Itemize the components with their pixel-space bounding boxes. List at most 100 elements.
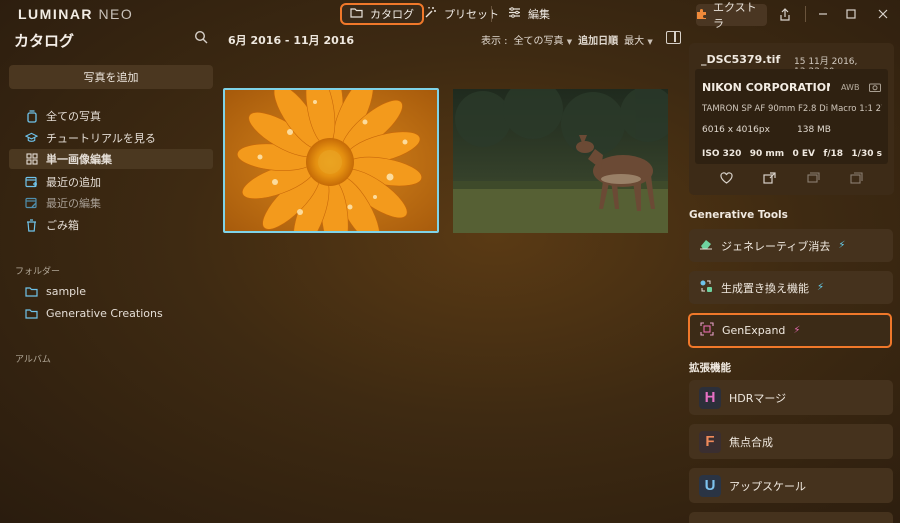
sort-dropdown[interactable]: 追加日順 (578, 32, 618, 47)
panel-toggle-icon[interactable] (666, 31, 681, 44)
upscale-label: アップスケール (729, 479, 806, 493)
sidebar-item-single-image-edit[interactable]: 単一画像編集 (9, 149, 213, 169)
exposure-value: 0 EV (792, 149, 815, 159)
aperture-value: f/18 (823, 149, 844, 159)
folder-item-sample[interactable]: sample (9, 281, 213, 301)
chevron-down-icon: ▼ (647, 38, 653, 46)
add-photos-button[interactable]: 写真を追加 (9, 65, 213, 89)
iso-value: ISO 320 (702, 149, 742, 159)
replace-icon (699, 279, 713, 296)
puzzle-icon (696, 8, 708, 23)
minimize-icon[interactable] (814, 5, 832, 23)
trash-icon (25, 218, 38, 232)
sidebar-title: カタログ (14, 32, 75, 50)
albums-section-label: アルバム (15, 355, 51, 365)
upscale-button[interactable]: U アップスケール (689, 468, 893, 503)
folder-icon (25, 307, 38, 320)
sidebar-item-all-photos[interactable]: 全ての写真 (9, 106, 213, 126)
thumb-size-dropdown[interactable]: 最大 ▼ (624, 32, 653, 47)
folder-icon (350, 7, 363, 21)
sidebar-item-label: 全ての写真 (46, 110, 101, 123)
folder-icon (25, 285, 38, 298)
generative-erase-label: ジェネレーティブ消去 (721, 239, 831, 253)
duplicate-icon[interactable] (806, 171, 820, 185)
sidebar-item-recent-edited[interactable]: 最近の編集 (9, 193, 213, 213)
tab-divider (491, 6, 492, 22)
photo-thumbnail-flower[interactable] (223, 88, 439, 233)
file-name: _DSC5379.tif (701, 53, 781, 66)
awb-label: AWB (841, 83, 860, 92)
camera-model: NIKON CORPORATION D750 (702, 81, 830, 94)
focus-stacking-label: 焦点合成 (729, 435, 773, 449)
graduation-cap-icon (25, 132, 38, 145)
hdr-merge-icon: H (699, 386, 721, 409)
focus-stacking-icon: F (699, 430, 721, 453)
calendar-edit-icon (25, 197, 38, 210)
hdr-merge-button[interactable]: H HDRマージ (689, 380, 893, 415)
stack-icon[interactable] (849, 171, 863, 185)
sort-value: 追加日順 (578, 36, 619, 47)
tab-catalog[interactable]: カタログ (340, 3, 424, 25)
lightning-icon: ⚡ (838, 240, 846, 251)
extension-item-partial[interactable] (689, 512, 893, 523)
shutter-value: 1/30 s (851, 149, 882, 159)
logo-main-text: LUMINAR (18, 6, 94, 22)
hdr-merge-label: HDRマージ (729, 391, 787, 405)
close-icon[interactable] (874, 5, 892, 23)
folders-section-label: フォルダー (15, 267, 61, 277)
share-icon[interactable] (776, 5, 794, 23)
upscale-icon: U (699, 474, 721, 497)
generative-tools-heading: Generative Tools (689, 209, 788, 221)
generative-erase-button[interactable]: ジェネレーティブ消去 ⚡ (689, 229, 893, 262)
sidebar-item-trash[interactable]: ごみ箱 (9, 215, 213, 235)
view-filter-dropdown[interactable]: 全ての写真 ▼ (514, 32, 573, 47)
genexpand-button[interactable]: GenExpand ⚡ (688, 313, 892, 348)
sidebar-item-tutorials[interactable]: チュートリアルを見る (9, 128, 213, 148)
sidebar-item-label: 最近の編集 (46, 197, 101, 210)
extras-label: エクストラ (713, 1, 757, 30)
focal-length-value: 90 mm (749, 149, 785, 159)
tab-catalog-label: カタログ (370, 8, 414, 21)
search-icon[interactable] (194, 30, 210, 46)
folder-item-label: sample (46, 284, 86, 298)
sidebar-item-label: ごみ箱 (46, 219, 79, 232)
lightning-icon: ⚡ (817, 282, 825, 293)
chevron-down-icon: ▼ (566, 38, 573, 46)
tab-presets[interactable]: プリセット (416, 3, 507, 25)
tab-edit-label: 編集 (528, 8, 550, 21)
eraser-icon (699, 238, 713, 253)
lightning-icon: ⚡ (793, 325, 801, 336)
sidebar-item-label: 単一画像編集 (46, 153, 112, 166)
exif-panel: NIKON CORPORATION D750 AWB TAMRON SP AF … (695, 69, 888, 164)
folder-item-label: Generative Creations (46, 306, 163, 320)
generative-replace-button[interactable]: 生成置き換え機能 ⚡ (689, 271, 893, 304)
export-icon[interactable] (763, 171, 777, 185)
view-filter-value: 全ての写真 (513, 36, 564, 47)
sidebar-item-label: チュートリアルを見る (46, 132, 156, 145)
focus-stacking-button[interactable]: F 焦点合成 (689, 424, 893, 459)
folder-item-generative-creations[interactable]: Generative Creations (9, 303, 213, 323)
card-actions (689, 171, 894, 185)
exif-values: ISO 320 90 mm 0 EV f/18 1/30 s (702, 149, 882, 159)
file-size: 138 MB (797, 125, 831, 135)
thumb-size-value: 最大 (624, 36, 645, 47)
calendar-add-icon (25, 176, 38, 189)
window-divider (805, 6, 806, 22)
camera-icon (869, 81, 881, 95)
date-range-title: 6月 2016 - 11月 2016 (228, 34, 355, 47)
expand-icon (700, 322, 714, 339)
sliders-icon (508, 7, 521, 21)
generative-replace-label: 生成置き換え機能 (721, 281, 809, 295)
extras-button[interactable]: エクストラ (696, 1, 767, 30)
sidebar-item-recent-added[interactable]: 最近の追加 (9, 172, 213, 192)
magic-wand-icon (424, 6, 437, 22)
grid-icon (25, 153, 38, 166)
heart-icon[interactable] (720, 171, 734, 185)
maximize-icon[interactable] (842, 5, 860, 23)
view-options: 表示 : 全ての写真 ▼ 追加日順 最大 ▼ (481, 32, 653, 47)
view-label: 表示 : (481, 36, 508, 47)
tab-edit[interactable]: 編集 (500, 3, 558, 25)
genexpand-label: GenExpand (722, 324, 786, 337)
photos-icon (25, 109, 38, 123)
photo-thumbnail-deer[interactable] (453, 89, 668, 234)
